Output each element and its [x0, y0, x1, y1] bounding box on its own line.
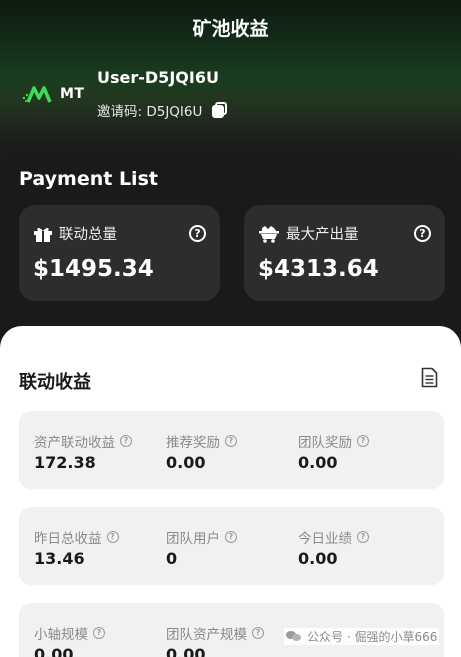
stat-value: 0	[166, 549, 178, 568]
total-linkage-card: 联动总量 ? $1495.34	[19, 205, 220, 301]
stat-label: 资产联动收益	[34, 435, 115, 451]
payment-list-title: Payment List	[19, 168, 158, 190]
stat-cell: 小轴规模? 0.00	[34, 623, 105, 657]
stat-value: 172.38	[34, 453, 96, 472]
help-icon[interactable]: ?	[414, 225, 431, 242]
help-icon[interactable]: ?	[93, 627, 105, 639]
stat-label: 推荐奖励	[166, 435, 220, 451]
help-icon[interactable]: ?	[357, 531, 369, 543]
help-icon[interactable]: ?	[225, 531, 237, 543]
user-name: User-D5JQI6U	[97, 68, 219, 87]
stat-label: 联动总量	[59, 227, 117, 243]
mining-cart-icon	[259, 225, 279, 243]
stat-label: 团队奖励	[298, 435, 352, 451]
stat-label: 团队资产规模	[166, 627, 247, 643]
stat-cell: 推荐奖励? 0.00	[166, 431, 237, 472]
watermark-text: 公众号 · 倔强的小草666	[307, 630, 438, 644]
stat-label: 团队用户	[166, 531, 220, 547]
stat-value: $1495.34	[33, 256, 154, 282]
help-icon[interactable]: ?	[189, 225, 206, 242]
stat-cell: 昨日总收益? 13.46	[34, 527, 119, 568]
brand-logo: MT	[22, 84, 84, 104]
stat-label: 昨日总收益	[34, 531, 102, 547]
stat-value: 0.00	[166, 645, 206, 657]
invite-code-label: 邀请码: D5JQI6U	[97, 104, 203, 120]
stat-value: 0.00	[298, 549, 338, 568]
stat-label: 小轴规模	[34, 627, 88, 643]
max-output-card: 最大产出量 ? $4313.64	[244, 205, 445, 301]
help-icon[interactable]: ?	[252, 627, 264, 639]
earnings-title: 联动收益	[19, 372, 91, 393]
help-icon[interactable]: ?	[225, 435, 237, 447]
help-icon[interactable]: ?	[106, 531, 119, 543]
stat-cell: 资产联动收益? 172.38	[34, 431, 132, 472]
wechat-icon	[286, 630, 302, 643]
gift-icon	[34, 227, 52, 242]
stat-value: 0.00	[166, 453, 206, 472]
help-icon[interactable]: ?	[357, 435, 369, 447]
stat-label: 最大产出量	[286, 227, 359, 243]
stat-cell: 团队奖励? 0.00	[298, 431, 369, 472]
earnings-card: 资产联动收益? 172.38 推荐奖励? 0.00 团队奖励? 0.00	[19, 411, 444, 489]
stat-cell: 团队资产规模? 0.00	[166, 623, 264, 657]
help-icon[interactable]: ?	[120, 435, 132, 447]
stat-cell: 今日业绩? 0.00	[298, 527, 369, 568]
stat-value: 0.00	[34, 645, 74, 657]
watermark: 公众号 · 倔强的小草666	[284, 628, 440, 645]
stat-value: $4313.64	[258, 256, 379, 282]
page-title: 矿池收益	[192, 18, 269, 40]
copy-icon[interactable]	[210, 101, 228, 119]
stat-label: 今日业绩	[298, 531, 352, 547]
invite-code-row: 邀请码: D5JQI6U	[97, 100, 228, 120]
earnings-card: 昨日总收益? 13.46 团队用户? 0 今日业绩? 0.00	[19, 507, 444, 585]
stat-value: 0.00	[298, 453, 338, 472]
stat-cell: 团队用户? 0	[166, 527, 237, 568]
document-icon[interactable]	[421, 367, 438, 388]
stat-value: 13.46	[34, 549, 85, 568]
logo-text: MT	[60, 86, 85, 102]
mt-logo-icon	[22, 86, 52, 103]
